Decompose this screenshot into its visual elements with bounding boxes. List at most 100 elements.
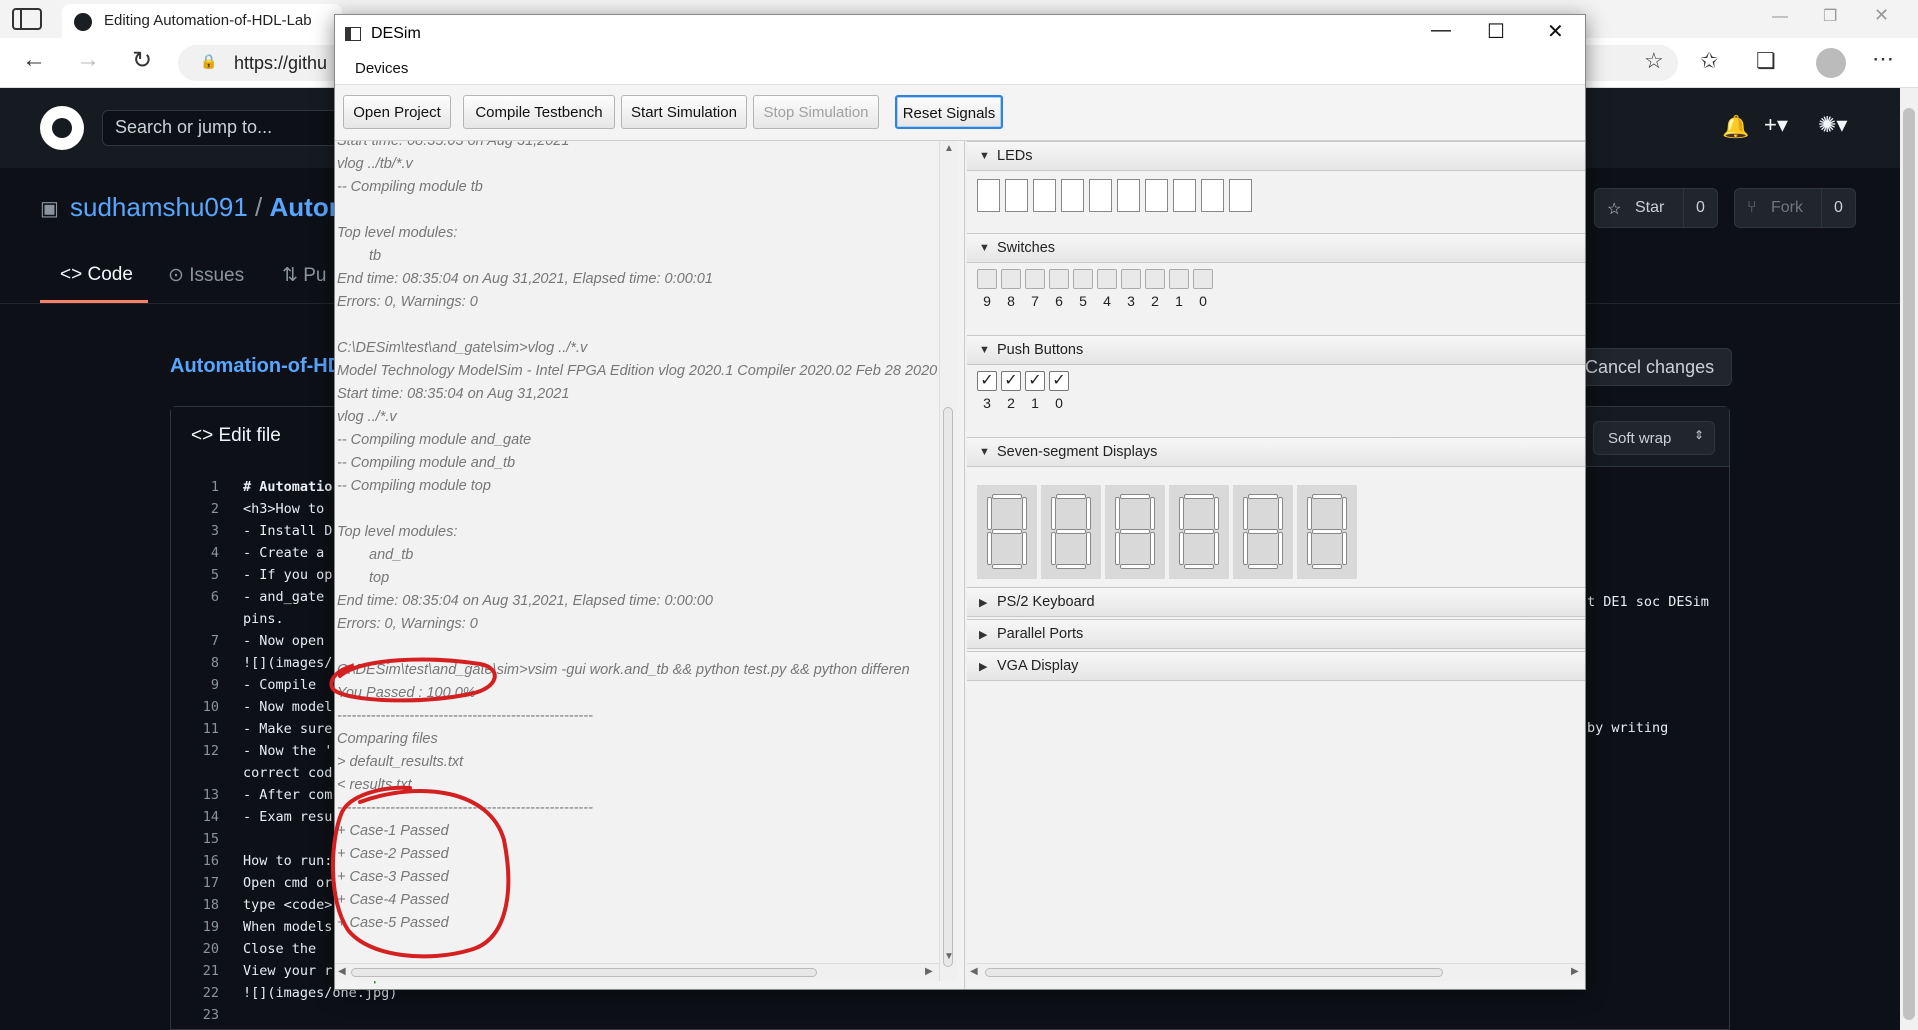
code-line: - Now model xyxy=(243,699,333,715)
browser-close-icon[interactable]: ✕ xyxy=(1874,5,1889,26)
profile-avatar[interactable] xyxy=(1816,48,1846,78)
user-menu-icon[interactable]: ✺▾ xyxy=(1818,112,1847,138)
page-scrollbar-thumb[interactable] xyxy=(1903,108,1915,1020)
console-line: < results.txt xyxy=(337,777,412,793)
open-project-button[interactable]: Open Project xyxy=(343,95,451,129)
line-number: 14 xyxy=(202,809,219,825)
tab-code[interactable]: <> Code xyxy=(60,264,133,286)
desim-menubar: Devices xyxy=(335,53,1585,85)
push-button[interactable]: ✓ xyxy=(1001,371,1021,391)
reset-signals-button[interactable]: Reset Signals xyxy=(895,95,1003,129)
push-button[interactable]: ✓ xyxy=(1049,371,1069,391)
file-name-breadcrumb[interactable]: Automation-of-HD xyxy=(170,355,342,378)
star-icon: ☆ xyxy=(1607,201,1622,218)
more-menu-icon[interactable]: ⋯ xyxy=(1872,46,1894,72)
scroll-left-icon[interactable]: ◀ xyxy=(970,966,978,977)
push-button-label: 2 xyxy=(1007,395,1015,411)
expanded-arrow-icon: ▼ xyxy=(979,344,990,356)
soft-wrap-select[interactable]: Soft wrap ⇕ xyxy=(1593,421,1715,455)
section-vga-display[interactable]: ▶ VGA Display xyxy=(967,651,1585,681)
section-ps2-keyboard[interactable]: ▶ PS/2 Keyboard xyxy=(967,587,1585,617)
line-number: 7 xyxy=(210,633,219,649)
seven-segment-digit xyxy=(1105,485,1165,579)
forward-icon[interactable]: → xyxy=(76,46,100,74)
scroll-up-icon[interactable]: ▲ xyxy=(944,143,954,154)
console-horizontal-thumb[interactable] xyxy=(351,968,817,977)
console-line: Errors: 0, Warnings: 0 xyxy=(337,294,478,310)
console-vertical-thumb[interactable] xyxy=(943,407,953,967)
favorites-icon[interactable]: ✩ xyxy=(1700,48,1718,74)
favorite-star-icon[interactable]: ☆ xyxy=(1644,48,1664,74)
scroll-right-icon[interactable]: ▶ xyxy=(1571,966,1579,977)
push-button[interactable]: ✓ xyxy=(1025,371,1045,391)
console-line: Model Technology ModelSim - Intel FPGA E… xyxy=(337,363,938,379)
stop-simulation-button[interactable]: Stop Simulation xyxy=(753,95,879,129)
create-new-icon[interactable]: +▾ xyxy=(1764,112,1788,138)
seven-segment-digit xyxy=(1297,485,1357,579)
scroll-left-icon[interactable]: ◀ xyxy=(338,966,346,977)
section-switches[interactable]: ▼ Switches xyxy=(967,233,1585,263)
browser-tab[interactable]: Editing Automation-of-HDL-Lab xyxy=(62,4,342,38)
push-button-label: 3 xyxy=(983,395,991,411)
line-number: 6 xyxy=(210,589,219,605)
start-simulation-button[interactable]: Start Simulation xyxy=(621,95,747,129)
code-line: pins. xyxy=(243,611,284,627)
repo-owner-link[interactable]: sudhamshu091 xyxy=(70,192,248,222)
switch-toggle[interactable] xyxy=(1025,269,1045,289)
switch-toggle[interactable] xyxy=(1121,269,1141,289)
line-number: 16 xyxy=(202,853,219,869)
switch-toggle[interactable] xyxy=(1097,269,1117,289)
url-text: https://githu xyxy=(234,53,328,73)
tab-issues[interactable]: ⊙ Issues xyxy=(168,264,244,287)
collections-icon[interactable]: ❏ xyxy=(1756,48,1776,74)
github-logo-icon[interactable] xyxy=(40,106,84,150)
tab-code-label: Code xyxy=(87,264,133,285)
switch-toggle[interactable] xyxy=(977,269,997,289)
switch-toggle[interactable] xyxy=(1193,269,1213,289)
back-icon[interactable]: ← xyxy=(22,46,46,74)
desim-maximize-icon[interactable]: ☐ xyxy=(1487,19,1505,44)
desim-toolbar: Open Project Compile Testbench Start Sim… xyxy=(335,85,1585,141)
scroll-right-icon[interactable]: ▶ xyxy=(925,966,933,977)
line-number: 4 xyxy=(210,545,219,561)
code-fragment: by writing xyxy=(1587,720,1669,736)
switch-toggle[interactable] xyxy=(1169,269,1189,289)
github-search-input[interactable]: Search or jump to... xyxy=(102,110,342,146)
browser-minimize-icon[interactable]: — xyxy=(1772,8,1788,26)
desim-minimize-icon[interactable]: — xyxy=(1431,19,1451,42)
edit-file-tab[interactable]: <> Edit file xyxy=(171,407,335,467)
switch-toggle[interactable] xyxy=(1145,269,1165,289)
push-button[interactable]: ✓ xyxy=(977,371,997,391)
switch-label: 2 xyxy=(1151,293,1159,309)
code-line: - and_gate xyxy=(243,589,325,605)
panel-horizontal-thumb[interactable] xyxy=(985,968,1443,977)
switch-toggle[interactable] xyxy=(1073,269,1093,289)
fork-button[interactable]: ⑂ Fork 0 xyxy=(1734,188,1856,228)
star-button[interactable]: ☆ Star 0 xyxy=(1594,188,1718,228)
section-parallel-ports[interactable]: ▶ Parallel Ports xyxy=(967,619,1585,649)
code-line: - Make sure xyxy=(243,721,333,737)
code-line: - Create a xyxy=(243,545,325,561)
line-number: 8 xyxy=(210,655,219,671)
section-leds[interactable]: ▼ LEDs xyxy=(967,141,1585,171)
notifications-bell-icon[interactable]: 🔔 xyxy=(1722,114,1749,140)
tab-pull-requests[interactable]: ⇅ Pu xyxy=(282,264,326,287)
cancel-changes-button[interactable]: Cancel changes xyxy=(1580,348,1732,386)
section-seven-segment[interactable]: ▼ Seven-segment Displays xyxy=(967,437,1585,467)
console-line: C:\DESim\test\and_gate\sim>vlog ../*.v xyxy=(337,340,588,356)
refresh-icon[interactable]: ↻ xyxy=(132,46,152,75)
menu-devices[interactable]: Devices xyxy=(355,60,408,77)
desim-close-icon[interactable]: ✕ xyxy=(1547,19,1564,44)
line-number: 1 xyxy=(210,479,219,495)
compile-testbench-button[interactable]: Compile Testbench xyxy=(463,95,615,129)
console-output[interactable]: Start time: 08:35:03 on Aug 31,2021 vlog … xyxy=(335,141,965,989)
scroll-down-icon[interactable]: ▼ xyxy=(944,951,954,962)
section-push-buttons[interactable]: ▼ Push Buttons xyxy=(967,335,1585,365)
switch-toggle[interactable] xyxy=(1049,269,1069,289)
console-line: ----------------------------------------… xyxy=(337,708,593,724)
code-line: - After com xyxy=(243,787,333,803)
switch-toggle[interactable] xyxy=(1001,269,1021,289)
console-line: vlog ../tb/*.v xyxy=(337,156,413,172)
browser-restore-icon[interactable]: ❐ xyxy=(1823,6,1837,26)
tab-actions-icon[interactable] xyxy=(12,8,42,30)
